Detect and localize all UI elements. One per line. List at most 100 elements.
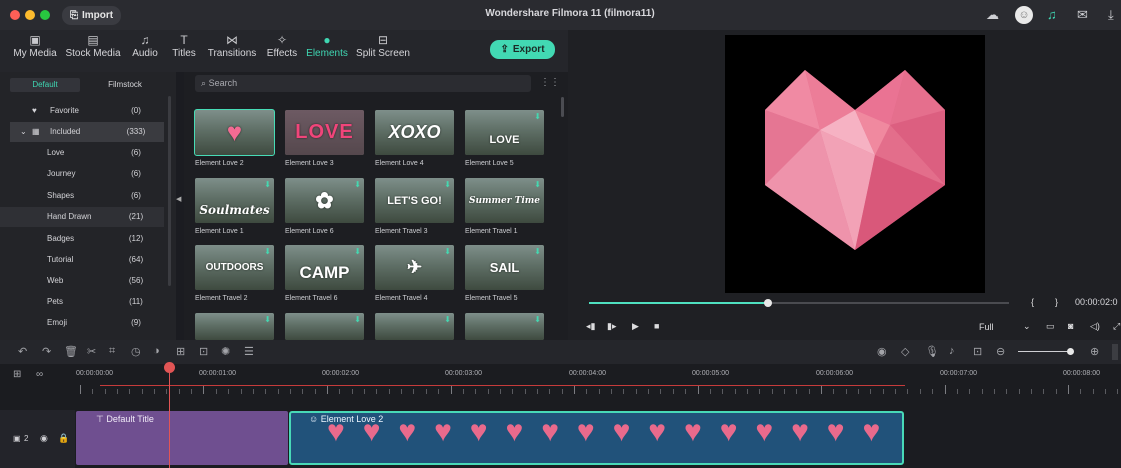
- element-thumbnail[interactable]: LOVE: [285, 110, 364, 155]
- element-thumbnail[interactable]: ⬇: [375, 313, 454, 340]
- element-thumbnail[interactable]: ⬇: [195, 313, 274, 340]
- element-thumbnail[interactable]: XOXO: [375, 110, 454, 155]
- snapshot-icon[interactable]: ◙: [1068, 321, 1073, 331]
- tab-effects[interactable]: ✧ Effects: [264, 32, 300, 59]
- microphone-icon[interactable]: 🎙: [925, 345, 939, 358]
- add-track-icon[interactable]: ⊞: [13, 369, 21, 380]
- element-thumbnail[interactable]: SAIL ⬇: [465, 245, 544, 290]
- mark-in-icon[interactable]: {: [1031, 297, 1034, 307]
- category-pets[interactable]: Pets (11): [10, 292, 164, 312]
- speed-icon[interactable]: ◷: [131, 345, 141, 358]
- category-tutorial[interactable]: Tutorial (64): [10, 250, 164, 270]
- element-thumbnail[interactable]: ⬇: [285, 313, 364, 340]
- category-journey[interactable]: Journey (6): [10, 164, 164, 184]
- color-icon[interactable]: ◑: [153, 345, 160, 357]
- crop-icon[interactable]: ⌗: [109, 345, 115, 358]
- preview-canvas[interactable]: [725, 35, 985, 293]
- tab-audio[interactable]: ♫ Audio: [130, 32, 160, 59]
- element-thumbnail[interactable]: ✈ ⬇: [375, 245, 454, 290]
- delete-icon[interactable]: 🗑: [64, 345, 78, 358]
- display-icon[interactable]: ▭: [1046, 321, 1055, 332]
- snapshot-timeline-icon[interactable]: ⊡: [973, 345, 982, 358]
- fullscreen-icon[interactable]: ⤢: [1113, 321, 1120, 332]
- element-thumbnail[interactable]: OUTDOORS ⬇: [195, 245, 274, 290]
- category-love[interactable]: Love (6): [10, 143, 164, 163]
- download-icon[interactable]: ⬇: [534, 247, 541, 256]
- tab-stock-media[interactable]: ▤ Stock Media: [64, 32, 122, 59]
- download-icon[interactable]: ⬇: [444, 247, 451, 256]
- minimize-window-button[interactable]: [25, 10, 35, 20]
- element-thumbnail[interactable]: LET'S GO! ⬇: [375, 178, 454, 223]
- download-icon[interactable]: ⬇: [264, 315, 271, 324]
- element-thumbnail[interactable]: ⬇: [465, 313, 544, 340]
- chevron-down-icon[interactable]: ⌄: [1023, 321, 1031, 332]
- export-button[interactable]: ⇪ Export: [490, 40, 555, 59]
- category-included[interactable]: ⌄ ▦ Included (333): [10, 122, 164, 142]
- mail-icon[interactable]: ✉: [1077, 8, 1088, 22]
- download-icon[interactable]: ⬇: [264, 247, 271, 256]
- element-thumbnail[interactable]: Summer Time ⬇: [465, 178, 544, 223]
- marker-icon[interactable]: ◇: [901, 345, 909, 358]
- link-icon[interactable]: ∞: [36, 369, 43, 380]
- collapse-panel-icon[interactable]: ◀: [176, 195, 181, 203]
- stop-icon[interactable]: ■: [654, 321, 659, 331]
- previous-frame-icon[interactable]: ◂▮: [586, 321, 595, 332]
- download-icon[interactable]: ⤓: [1108, 8, 1114, 22]
- zoom-slider-track[interactable]: [1018, 351, 1070, 352]
- maximize-window-button[interactable]: [40, 10, 50, 20]
- playhead[interactable]: [169, 362, 170, 468]
- quality-select[interactable]: Full: [979, 322, 994, 332]
- zoom-out-icon[interactable]: ⊖: [996, 345, 1005, 358]
- fit-icon[interactable]: ⊡: [199, 345, 208, 358]
- close-window-button[interactable]: [10, 10, 20, 20]
- download-icon[interactable]: ⬇: [444, 180, 451, 189]
- playhead-handle[interactable]: [164, 362, 175, 373]
- grid-view-icon[interactable]: ⋮⋮: [540, 77, 560, 88]
- download-icon[interactable]: ⬇: [354, 315, 361, 324]
- playback-scrubber[interactable]: [764, 299, 772, 307]
- play-icon[interactable]: ▶: [632, 321, 639, 332]
- timeline-settings-button[interactable]: [1112, 344, 1118, 360]
- eye-icon[interactable]: ◉: [40, 433, 48, 444]
- download-icon[interactable]: ⬇: [534, 112, 541, 121]
- undo-icon[interactable]: ↶: [18, 345, 27, 358]
- avatar[interactable]: ☺: [1015, 6, 1033, 24]
- search-input[interactable]: ⌕ Search: [195, 75, 531, 92]
- import-button[interactable]: ⎘ Import: [62, 6, 121, 25]
- zoom-in-icon[interactable]: ⊕: [1090, 345, 1099, 358]
- download-icon[interactable]: ⬇: [444, 315, 451, 324]
- zoom-slider-knob[interactable]: [1067, 348, 1074, 355]
- render-icon[interactable]: ◉: [877, 345, 887, 358]
- element-thumbnail[interactable]: ✿ ⬇: [285, 178, 364, 223]
- category-scrollbar[interactable]: [168, 96, 171, 286]
- headset-icon[interactable]: ♫: [1047, 8, 1057, 22]
- lock-icon[interactable]: 🔒: [58, 433, 69, 444]
- category-web[interactable]: Web (56): [10, 271, 164, 291]
- mark-out-icon[interactable]: }: [1055, 297, 1058, 307]
- cloud-icon[interactable]: ☁: [986, 8, 999, 22]
- tab-transitions[interactable]: ⋈ Transitions: [206, 32, 258, 59]
- category-badges[interactable]: Badges (12): [10, 229, 164, 249]
- library-scrollbar[interactable]: [561, 97, 564, 117]
- category-hand-drawn[interactable]: Hand Drawn (21): [0, 207, 164, 227]
- category-shapes[interactable]: Shapes (6): [10, 186, 164, 206]
- audio-mixer-icon[interactable]: ♪: [949, 345, 955, 357]
- subtab-filmstock[interactable]: Filmstock: [90, 78, 160, 92]
- element-thumbnail[interactable]: ♥: [194, 109, 275, 156]
- redo-icon[interactable]: ↷: [42, 345, 51, 358]
- keyframe-icon[interactable]: ✺: [221, 345, 230, 358]
- green-screen-icon[interactable]: ⊞: [176, 345, 185, 358]
- volume-icon[interactable]: ◁): [1090, 321, 1100, 332]
- tab-split-screen[interactable]: ⊟ Split Screen: [355, 32, 411, 59]
- element-thumbnail[interactable]: Soulmates ⬇: [195, 178, 274, 223]
- next-frame-icon[interactable]: ▮▸: [607, 321, 616, 332]
- download-icon[interactable]: ⬇: [354, 180, 361, 189]
- element-thumbnail[interactable]: LOVE ⬇: [465, 110, 544, 155]
- download-icon[interactable]: ⬇: [534, 315, 541, 324]
- download-icon[interactable]: ⬇: [354, 247, 361, 256]
- tab-titles[interactable]: T Titles: [170, 32, 198, 59]
- subtab-default[interactable]: Default: [10, 78, 80, 92]
- download-icon[interactable]: ⬇: [534, 180, 541, 189]
- category-emoji[interactable]: Emoji (9): [10, 313, 164, 333]
- category-favorite[interactable]: ♥ Favorite (0): [10, 101, 164, 121]
